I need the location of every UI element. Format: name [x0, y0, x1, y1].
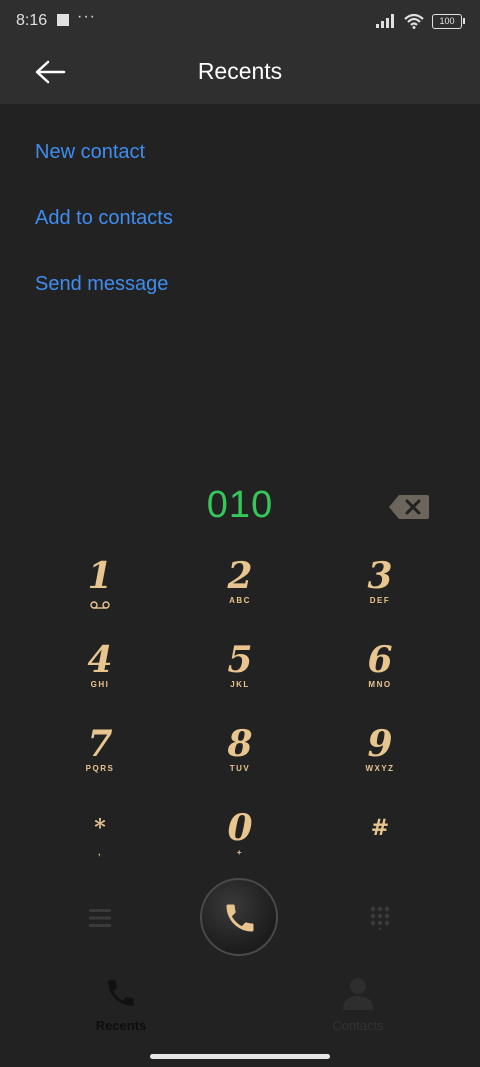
key-letters: JKL — [230, 680, 250, 689]
key-digit: * — [94, 815, 106, 841]
key-letters: MNO — [368, 680, 392, 689]
more-notifications-icon: ··· — [77, 8, 96, 25]
key-letters: TUV — [229, 764, 251, 773]
key-letters: GHI — [90, 680, 110, 689]
key-digit: 7 — [87, 723, 113, 765]
key-letters: ABC — [229, 596, 251, 605]
key-digit: 6 — [367, 639, 393, 681]
tab-contacts[interactable]: Contacts — [288, 976, 428, 1036]
key-letters: + — [236, 848, 244, 857]
key-digit: 1 — [87, 555, 113, 597]
tab-label: Contacts — [332, 1018, 384, 1033]
home-indicator[interactable] — [150, 1054, 330, 1059]
key-3[interactable]: 3 DEF — [320, 556, 440, 626]
status-bar: 8:16 ··· 100 — [0, 0, 480, 40]
call-button[interactable] — [200, 878, 278, 956]
key-letters: WXYZ — [365, 764, 395, 773]
key-1[interactable]: 1 — [40, 556, 160, 626]
key-hash[interactable]: # — [320, 808, 440, 878]
tab-label: Recents — [95, 1018, 147, 1033]
key-8[interactable]: 8 TUV — [180, 724, 300, 794]
back-arrow-icon[interactable] — [30, 54, 70, 90]
key-star[interactable]: * , — [40, 808, 160, 878]
phone-icon — [108, 980, 134, 1006]
page-title: Recents — [197, 58, 283, 84]
notification-icon — [57, 14, 69, 26]
person-icon — [343, 978, 373, 1010]
key-5[interactable]: 5 JKL — [180, 640, 300, 710]
send-message-link[interactable]: Send message — [35, 273, 168, 296]
key-letters: DEF — [369, 596, 391, 605]
key-digit: # — [370, 815, 390, 841]
voicemail-icon — [90, 601, 110, 609]
key-digit: 2 — [227, 555, 253, 597]
key-4[interactable]: 4 GHI — [40, 640, 160, 710]
new-contact-link[interactable]: New contact — [35, 141, 145, 164]
signal-icon — [376, 14, 394, 28]
key-digit: 9 — [367, 723, 393, 765]
key-0[interactable]: 0 + — [180, 808, 300, 878]
tab-recents[interactable]: Recents — [51, 976, 191, 1036]
key-letters: PQRS — [85, 764, 115, 773]
dialpad-icon[interactable] — [370, 906, 390, 930]
add-to-contacts-link[interactable]: Add to contacts — [35, 207, 173, 230]
backspace-icon[interactable] — [388, 494, 430, 520]
key-digit: 4 — [87, 639, 113, 681]
key-7[interactable]: 7 PQRS — [40, 724, 160, 794]
phone-icon — [226, 904, 254, 932]
key-digit: 0 — [227, 807, 253, 849]
menu-icon[interactable] — [89, 908, 111, 928]
key-2[interactable]: 2 ABC — [180, 556, 300, 626]
wifi-icon — [404, 13, 424, 29]
key-6[interactable]: 6 MNO — [320, 640, 440, 710]
app-bar: Recents — [0, 40, 480, 104]
key-digit: 8 — [227, 723, 253, 765]
battery-icon: 100 — [432, 13, 465, 29]
key-9[interactable]: 9 WXYZ — [320, 724, 440, 794]
key-letters: , — [98, 848, 102, 857]
key-digit: 3 — [367, 555, 393, 597]
status-time: 8:16 — [16, 12, 48, 29]
key-digit: 5 — [227, 639, 253, 681]
